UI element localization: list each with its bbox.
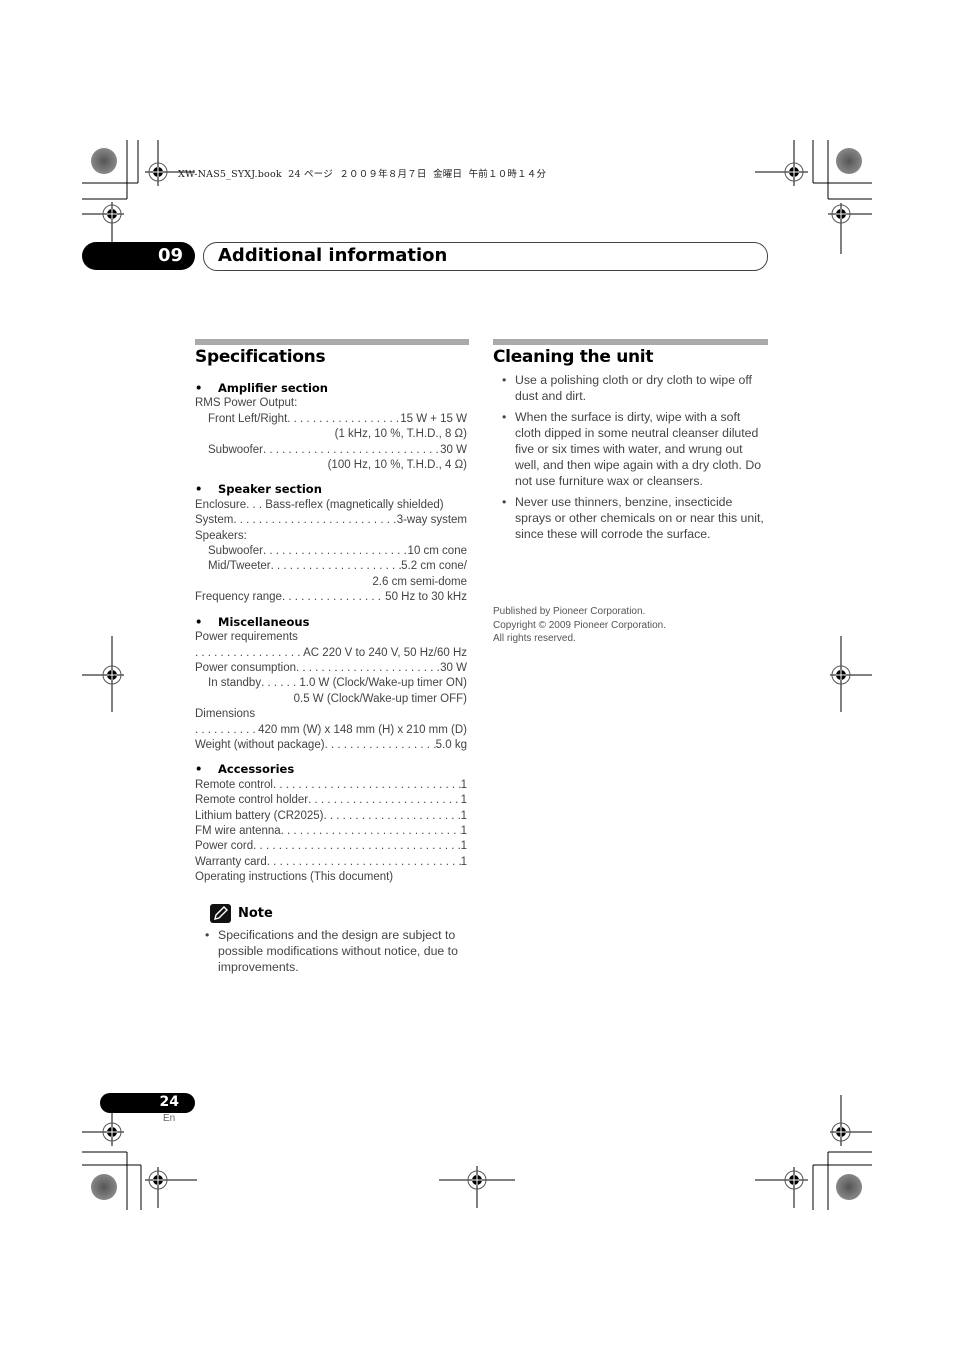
accessory-row: Warranty card1 (195, 855, 467, 870)
cleaning-item: When the surface is dirty, wipe with a s… (493, 409, 768, 489)
cleaning-item: Never use thinners, benzine, insecticide… (493, 494, 768, 542)
spec-row: Mid/Tweeter5.2 cm cone/ (195, 559, 467, 574)
amplifier-heading: • Amplifier section (195, 381, 328, 395)
spec-row: Subwoofer30 W (195, 443, 467, 458)
section-divider (195, 339, 469, 345)
specifications-body: • Amplifier section RMS Power Output: Fro… (195, 375, 467, 886)
chapter-title: Additional information (218, 245, 448, 266)
pencil-icon (210, 904, 231, 923)
chapter-number-badge: 09 (82, 242, 195, 270)
specifications-title: Specifications (195, 347, 326, 367)
publisher-info: Published by Pioneer Corporation. Copyri… (493, 605, 666, 646)
spec-row: Power consumption30 W (195, 661, 467, 676)
accessory-row: Lithium battery (CR2025)1 (195, 809, 467, 824)
spec-continuation: 0.5 W (Clock/Wake-up timer OFF) (293, 692, 467, 705)
spec-row: System3-way system (195, 513, 467, 528)
spec-condition: (100 Hz, 10 %, T.H.D., 4 Ω) (327, 459, 467, 472)
crop-marks (82, 140, 872, 1210)
spec-condition: (1 kHz, 10 %, T.H.D., 8 Ω) (334, 428, 467, 441)
publisher-line: Published by Pioneer Corporation. (493, 606, 646, 617)
accessory-row: Power cord1 (195, 839, 467, 854)
spec-row: Subwoofer10 cm cone (195, 544, 467, 559)
spec-row: Enclosure. . . Bass-reflex (magnetically… (195, 498, 444, 511)
spec-row: Frequency range50 Hz to 30 kHz (195, 590, 467, 605)
language-code: En (163, 1113, 176, 1124)
chapter-title-box: Additional information (203, 242, 768, 271)
spec-label: Speakers: (195, 529, 247, 542)
spec-row: Front Left/Right15 W + 15 W (195, 412, 467, 427)
spec-label: Power requirements (195, 631, 298, 644)
misc-heading: • Miscellaneous (195, 614, 310, 629)
rights-line: All rights reserved. (493, 633, 576, 644)
accessory-row: Remote control holder1 (195, 793, 467, 808)
spec-row: In standby1.0 W (Clock/Wake-up timer ON) (195, 676, 467, 691)
page-number: 24 (159, 1094, 179, 1110)
page-number-badge: 24 (100, 1093, 195, 1113)
accessory-row: Remote control1 (195, 778, 467, 793)
cleaning-title: Cleaning the unit (493, 347, 654, 367)
copyright-line: Copyright © 2009 Pioneer Corporation. (493, 619, 667, 631)
accessory-row: Operating instructions (This document) (195, 871, 394, 884)
rms-label: RMS Power Output: (195, 397, 298, 410)
spec-label: Dimensions (195, 708, 256, 721)
cleaning-item: Use a polishing cloth or dry cloth to wi… (493, 372, 768, 404)
note-item: Specifications and the design are subjec… (196, 927, 468, 975)
spec-continuation: 2.6 cm semi-dome (372, 575, 467, 588)
accessory-row: FM wire antenna1 (195, 824, 467, 839)
spec-row: 420 mm (W) x 148 mm (H) x 210 mm (D) (195, 723, 467, 738)
cleaning-body: Use a polishing cloth or dry cloth to wi… (493, 372, 768, 542)
accessories-heading: • Accessories (195, 762, 295, 777)
spec-row: AC 220 V to 240 V, 50 Hz/60 Hz (195, 646, 467, 661)
speaker-heading: • Speaker section (195, 482, 322, 497)
spec-row: Weight (without package)5.0 kg (195, 738, 467, 753)
chapter-number: 09 (157, 245, 183, 266)
note-header: Note (210, 904, 273, 923)
print-slug: XW-NAS5_SYXJ.book 24 ページ ２００９年８月７日 金曜日 午… (178, 169, 547, 180)
note-label: Note (238, 906, 273, 921)
note-body: Specifications and the design are subjec… (196, 927, 468, 975)
section-divider (493, 339, 768, 345)
